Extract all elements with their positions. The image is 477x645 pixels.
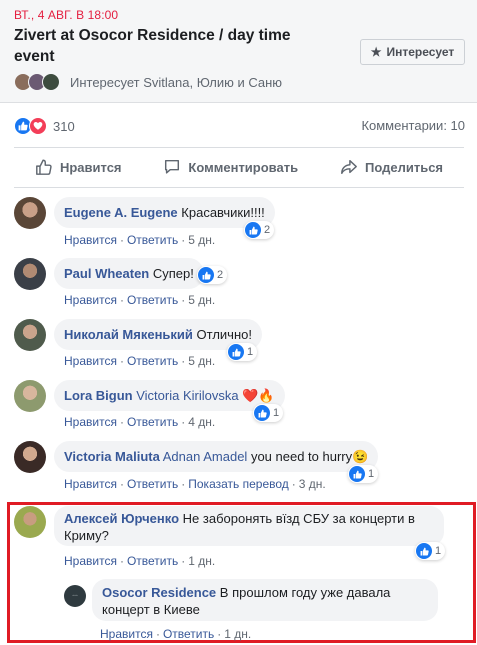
event-date: ВТ., 4 АВГ. В 18:00 bbox=[14, 8, 119, 22]
love-reaction-icon bbox=[29, 117, 47, 135]
comment-likes-count: 1 bbox=[247, 346, 254, 358]
avatar[interactable] bbox=[14, 506, 46, 538]
comment-reply-link[interactable]: Ответить bbox=[127, 293, 178, 307]
comment-text: Отлично! bbox=[196, 327, 252, 342]
event-card: ВТ., 4 АВГ. В 18:00 Zivert at Osocor Res… bbox=[0, 0, 477, 103]
comment-author[interactable]: Eugene A. Eugene bbox=[64, 205, 178, 220]
like-reaction-icon bbox=[198, 267, 214, 283]
avatar[interactable]: ◦◦◦ bbox=[64, 585, 86, 607]
comment-likes-count: 2 bbox=[217, 269, 224, 281]
comment-like-link[interactable]: Нравится bbox=[64, 354, 117, 368]
comment-time[interactable]: 4 дн. bbox=[188, 415, 215, 429]
like-reaction-icon bbox=[254, 405, 270, 421]
comment-mention[interactable]: Victoria Kirilovska bbox=[136, 388, 238, 403]
comment-author[interactable]: Алексей Юрченко bbox=[64, 511, 179, 526]
comment-time[interactable]: 5 дн. bbox=[188, 354, 215, 368]
share-icon bbox=[341, 159, 357, 175]
interest-button-label: Интересует bbox=[386, 45, 455, 59]
comment-icon bbox=[165, 159, 180, 174]
avatar[interactable] bbox=[14, 197, 46, 229]
comment-text: Красавчики!!!! bbox=[181, 205, 265, 220]
like-reaction-icon bbox=[228, 344, 244, 360]
reply-reply-link[interactable]: Ответить bbox=[163, 627, 214, 641]
comment-text: Супер! bbox=[152, 266, 194, 281]
comment-time[interactable]: 3 дн. bbox=[299, 477, 326, 491]
comment-reply-link[interactable]: Ответить bbox=[127, 477, 178, 491]
comment-likes[interactable]: 1 bbox=[415, 542, 446, 560]
comment-like-link[interactable]: Нравится bbox=[64, 554, 117, 568]
comment-bubble: Lora Bigun Victoria Kirilovska ❤️🔥 bbox=[54, 380, 285, 411]
comment-like-link[interactable]: Нравится bbox=[64, 233, 117, 247]
comment-author[interactable]: Victoria Maliuta bbox=[64, 449, 160, 464]
comment-meta: Нравится · Ответить · 5 дн. bbox=[64, 293, 216, 307]
comment-meta: Нравится · Ответить · 5 дн. bbox=[64, 233, 216, 247]
show-translation-link[interactable]: Показать перевод bbox=[188, 477, 289, 491]
reply-time[interactable]: 1 дн. bbox=[224, 627, 251, 641]
event-title[interactable]: Zivert at Osocor Residence / day time ev… bbox=[14, 25, 334, 67]
comment-time[interactable]: 1 дн. bbox=[188, 554, 215, 568]
comment-like-link[interactable]: Нравится bbox=[64, 415, 117, 429]
comment-bubble: Paul Wheaten Супер! bbox=[54, 258, 204, 289]
reactions-count: 310 bbox=[53, 118, 75, 134]
like-button[interactable]: Нравится bbox=[35, 158, 122, 176]
reply-like-link[interactable]: Нравится bbox=[100, 627, 153, 641]
reply-meta: Нравится · Ответить · 1 дн. bbox=[100, 627, 252, 641]
avatar[interactable] bbox=[14, 380, 46, 412]
comment-likes-count: 1 bbox=[368, 468, 375, 480]
comment-meta: Нравится · Ответить · Показать перевод · 3 дн. bbox=[64, 477, 326, 491]
like-button-label: Нравится bbox=[59, 159, 122, 175]
comment-text: you need to hurry😉 bbox=[250, 449, 369, 464]
share-button-label: Поделиться bbox=[365, 159, 444, 175]
comment-author[interactable]: Lora Bigun bbox=[64, 388, 133, 403]
comment-like-link[interactable]: Нравится bbox=[64, 293, 117, 307]
avatar[interactable] bbox=[14, 319, 46, 351]
divider bbox=[14, 187, 464, 188]
comment-author[interactable]: Николай Мякенький bbox=[64, 327, 193, 342]
interest-button[interactable]: ★ Интересует bbox=[360, 39, 465, 65]
avatar[interactable] bbox=[14, 258, 46, 290]
like-reaction-icon bbox=[349, 466, 365, 482]
comment-button[interactable]: Комментировать bbox=[163, 158, 298, 176]
comment-button-label: Комментировать bbox=[188, 159, 299, 175]
like-reaction-icon bbox=[416, 543, 432, 559]
interested-friends: Интересует Svitlana, Юлию и Саню bbox=[14, 73, 282, 91]
comment-text: ❤️🔥 bbox=[242, 388, 275, 403]
comment-likes-count: 1 bbox=[435, 545, 442, 557]
comment-bubble: Алексей Юрченко Не заборонять вїзд СБУ з… bbox=[54, 506, 444, 546]
comment-meta: Нравится · Ответить · 5 дн. bbox=[64, 354, 216, 368]
comment-time[interactable]: 5 дн. bbox=[188, 233, 215, 247]
friend-avatar bbox=[42, 73, 60, 91]
share-button[interactable]: Поделиться bbox=[340, 158, 443, 176]
reply-bubble: Osocor Residence В прошлом году уже дава… bbox=[92, 579, 438, 621]
comment-reply-link[interactable]: Ответить bbox=[127, 554, 178, 568]
comment-like-link[interactable]: Нравится bbox=[64, 477, 117, 491]
comment-likes[interactable]: 1 bbox=[253, 404, 284, 422]
comment-likes[interactable]: 1 bbox=[227, 343, 258, 361]
comment-author[interactable]: Paul Wheaten bbox=[64, 266, 149, 281]
like-reaction-icon bbox=[245, 222, 261, 238]
comment-reply-link[interactable]: Ответить bbox=[127, 233, 178, 247]
comment-time[interactable]: 5 дн. bbox=[188, 293, 215, 307]
comment-likes-count: 2 bbox=[264, 224, 271, 236]
comment-mention[interactable]: Adnan Amadel bbox=[163, 449, 248, 464]
comments-count[interactable]: Комментарии: 10 bbox=[361, 118, 465, 133]
thumbs-up-icon bbox=[36, 159, 52, 175]
comment-meta: Нравится · Ответить · 4 дн. bbox=[64, 415, 216, 429]
interested-friends-text: Интересует Svitlana, Юлию и Саню bbox=[70, 74, 283, 90]
comment-likes[interactable]: 1 bbox=[348, 465, 379, 483]
comment-likes[interactable]: 2 bbox=[244, 221, 275, 239]
comment-likes-count: 1 bbox=[273, 407, 280, 419]
reply-author[interactable]: Osocor Residence bbox=[102, 585, 216, 600]
star-icon: ★ bbox=[370, 45, 382, 59]
comment-reply-link[interactable]: Ответить bbox=[127, 354, 178, 368]
comment-likes[interactable]: 2 bbox=[197, 266, 228, 284]
comment-bubble: Victoria Maliuta Adnan Amadel you need t… bbox=[54, 441, 379, 472]
comment-meta: Нравится · Ответить · 1 дн. bbox=[64, 554, 216, 568]
logo-icon: ◦◦◦ bbox=[72, 593, 78, 599]
comment-bubble: Eugene A. Eugene Красавчики!!!! bbox=[54, 197, 275, 228]
action-bar: Нравится Комментировать Поделиться bbox=[14, 148, 464, 186]
comment-reply-link[interactable]: Ответить bbox=[127, 415, 178, 429]
avatar[interactable] bbox=[14, 441, 46, 473]
